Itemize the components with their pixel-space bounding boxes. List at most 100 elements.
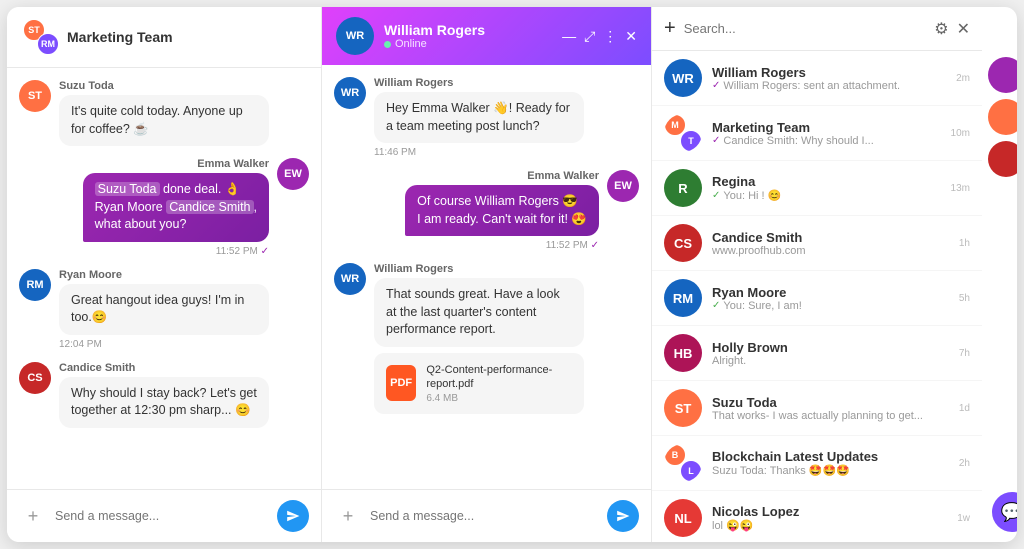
left-header-title: Marketing Team [67,29,173,45]
add-attachment-button[interactable]: + [19,502,47,530]
table-row: WR William Rogers Hey Emma Walker 👋! Rea… [334,77,639,158]
contact-info: Suzu Toda That works- I was actually pla… [712,395,949,422]
contact-list: WR William Rogers ✓ William Rogers: sent… [652,51,982,542]
attachment-bubble[interactable]: PDF Q2-Content-performance-report.pdf 6.… [374,353,584,415]
mid-message-input[interactable] [370,509,599,523]
search-input[interactable] [684,21,927,36]
app-container: ST RM Marketing Team ST Suzu Toda It's q… [7,7,1017,542]
left-footer: + [7,489,321,542]
avatar: NL [664,499,702,537]
msg-time: 11:52 PM ✓ [216,246,269,257]
avatar: EW [607,170,639,202]
contact-name: Marketing Team [712,120,941,135]
list-item[interactable]: NL Nicolas Lopez lol 😜😜 1w [652,491,982,542]
send-icon [616,509,630,523]
list-item[interactable]: M T Marketing Team ✓ Candice Smith: Why … [652,106,982,161]
msg-bubble: That sounds great. Have a look at the la… [374,278,584,347]
contact-name: Ryan Moore [712,285,949,300]
check-icon: ✓ [712,190,720,201]
side-avatar[interactable] [988,57,1017,93]
send-icon [286,509,300,523]
contact-name: Holly Brown [712,340,949,355]
contact-preview: ✓ You: Hi ! 😊 [712,189,941,202]
minimize-icon[interactable]: — [562,28,576,44]
side-avatar[interactable] [988,141,1017,177]
contact-time: 10m [951,128,970,139]
msg-bubble-purple: Of course William Rogers 😎I am ready. Ca… [405,185,599,236]
left-message-input[interactable] [55,509,269,523]
avatar: RM [664,279,702,317]
contact-time: 1h [959,238,970,249]
contact-name: Regina [712,174,941,189]
check-icon: ✓ [712,300,720,311]
mid-header: WR William Rogers Online — ⤢ ⋮ ✕ [322,7,651,65]
list-item[interactable]: R Regina ✓ You: Hi ! 😊 13m [652,161,982,216]
contact-preview: lol 😜😜 [712,519,947,532]
more-options-icon[interactable]: ⋮ [603,28,617,45]
contact-name: Suzu Toda [712,395,949,410]
mid-send-button[interactable] [607,500,639,532]
contact-info: William Rogers ✓ William Rogers: sent an… [712,65,946,92]
contact-preview: Suzu Toda: Thanks 🤩🤩🤩 [712,464,949,477]
msg-sender: Ryan Moore [59,269,269,281]
msg-bubble: It's quite cold today. Anyone up for cof… [59,95,269,146]
msg-time: 11:46 PM [374,147,584,158]
list-item[interactable]: B L Blockchain Latest Updates Suzu Toda:… [652,436,982,491]
list-item[interactable]: ST Suzu Toda That works- I was actually … [652,381,982,436]
avatar: WR [336,17,374,55]
contact-name: Blockchain Latest Updates [712,449,949,464]
contact-info: Marketing Team ✓ Candice Smith: Why shou… [712,120,941,147]
left-send-button[interactable] [277,500,309,532]
contact-preview: Alright. [712,355,949,367]
msg-sender: Emma Walker [527,170,599,182]
contact-info: Nicolas Lopez lol 😜😜 [712,504,947,532]
side-avatars [988,57,1017,177]
contact-preview: www.proofhub.com [712,245,949,257]
table-row: CS Candice Smith Why should I stay back?… [19,362,309,428]
avatar: WR [664,59,702,97]
msg-sender: Emma Walker [197,158,269,170]
mid-header-name: William Rogers [384,22,552,38]
avatar: ST [664,389,702,427]
close-panel-button[interactable]: ✕ [957,19,970,39]
add-contact-button[interactable]: + [664,17,676,40]
contact-time: 7h [959,348,970,359]
expand-icon[interactable]: ⤢ [584,28,595,45]
left-messages-area: ST Suzu Toda It's quite cold today. Anyo… [7,68,321,489]
contact-preview: ✓ William Rogers: sent an attachment. [712,80,946,92]
contact-info: Regina ✓ You: Hi ! 😊 [712,174,941,202]
mid-messages-area: WR William Rogers Hey Emma Walker 👋! Rea… [322,65,651,489]
msg-bubble-purple: Suzu Toda done deal. 👌 Ryan Moore Candic… [83,173,269,242]
chat-fab-button[interactable]: 💬 [992,492,1017,532]
attachment-info: Q2-Content-performance-report.pdf 6.4 MB [426,363,572,405]
contact-info: Candice Smith www.proofhub.com [712,230,949,257]
avatar: R [664,169,702,207]
close-icon[interactable]: ✕ [625,28,637,45]
msg-sender: Candice Smith [59,362,269,374]
list-item[interactable]: WR William Rogers ✓ William Rogers: sent… [652,51,982,106]
table-row: RM Ryan Moore Great hangout idea guys! I… [19,269,309,350]
msg-content: Candice Smith Why should I stay back? Le… [59,362,269,428]
list-item[interactable]: HB Holly Brown Alright. 7h [652,326,982,381]
contact-time: 2h [959,458,970,469]
list-item[interactable]: RM Ryan Moore ✓ You: Sure, I am! 5h [652,271,982,326]
contact-preview: ✓ You: Sure, I am! [712,300,949,312]
contact-preview: That works- I was actually planning to g… [712,410,949,422]
table-row: EW Emma Walker Suzu Toda done deal. 👌 Ry… [19,158,309,257]
table-row: EW Emma Walker Of course William Rogers … [334,170,639,251]
contact-preview: ✓ Candice Smith: Why should I... [712,135,941,147]
msg-content: Suzu Toda It's quite cold today. Anyone … [59,80,269,146]
pdf-icon: PDF [386,365,416,401]
msg-content: William Rogers That sounds great. Have a… [374,263,584,414]
msg-bubble: Why should I stay back? Let's get togeth… [59,377,269,428]
check-icon: ✓ [712,135,720,146]
msg-time: 11:52 PM ✓ [546,240,599,251]
settings-button[interactable]: ⚙ [934,19,948,39]
contact-name: Nicolas Lopez [712,504,947,519]
contact-info: Holly Brown Alright. [712,340,949,367]
list-item[interactable]: CS Candice Smith www.proofhub.com 1h [652,216,982,271]
mid-add-attachment-button[interactable]: + [334,502,362,530]
side-avatar[interactable] [988,99,1017,135]
contact-time: 5h [959,293,970,304]
mid-header-status: Online [384,38,552,50]
